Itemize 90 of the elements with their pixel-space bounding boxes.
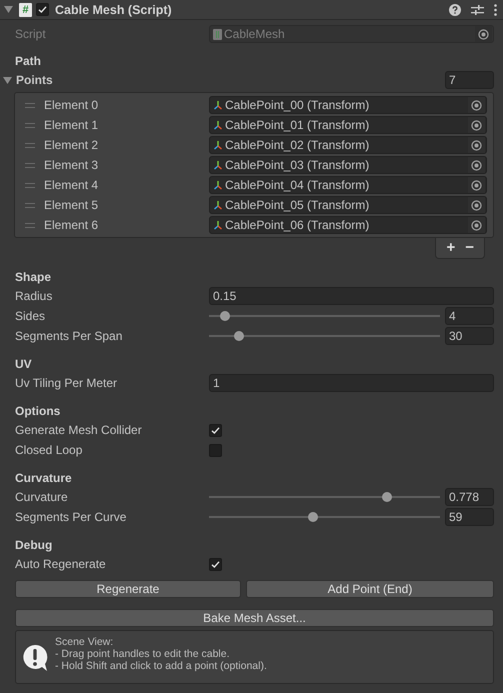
warning-bubble-icon bbox=[22, 644, 48, 672]
drag-handle-icon[interactable] bbox=[24, 162, 34, 168]
field-label: Radius bbox=[15, 289, 54, 303]
number-field[interactable]: 4 bbox=[445, 307, 494, 325]
help-icon[interactable] bbox=[449, 4, 461, 16]
text-field[interactable]: 0.15 bbox=[209, 287, 494, 305]
remove-element-button[interactable]: − bbox=[465, 239, 474, 257]
number-field[interactable]: 0.778 bbox=[445, 488, 494, 506]
slider-thumb[interactable] bbox=[382, 492, 392, 502]
object-picker-button[interactable] bbox=[468, 217, 485, 233]
action-button[interactable]: Regenerate bbox=[15, 580, 241, 598]
transform-icon bbox=[213, 220, 223, 230]
drag-handle-icon[interactable] bbox=[24, 222, 34, 228]
object-picker-button[interactable] bbox=[468, 97, 485, 113]
field-label: Segments Per Curve bbox=[15, 510, 128, 524]
drag-handle-icon[interactable] bbox=[24, 202, 34, 208]
object-field[interactable]: CablePoint_00 (Transform) bbox=[209, 96, 487, 114]
object-field[interactable]: CablePoint_06 (Transform) bbox=[209, 216, 487, 234]
drag-handle-icon[interactable] bbox=[24, 122, 34, 128]
slider-track[interactable] bbox=[209, 512, 440, 522]
element-label: Element 6 bbox=[44, 218, 100, 232]
field-label: Auto Regenerate bbox=[15, 557, 107, 571]
help-text: - Hold Shift and click to add a point (optional). bbox=[55, 660, 267, 672]
drag-handle-icon[interactable] bbox=[24, 142, 34, 148]
section-header: UV bbox=[14, 356, 33, 373]
transform-icon bbox=[213, 120, 223, 130]
object-field[interactable]: CablePoint_02 (Transform) bbox=[209, 136, 487, 154]
transform-icon bbox=[213, 140, 223, 150]
script-field: CableMesh bbox=[209, 25, 494, 43]
checkbox[interactable] bbox=[209, 424, 222, 436]
action-button[interactable]: Add Point (End) bbox=[246, 580, 494, 598]
slider-thumb[interactable] bbox=[234, 331, 244, 341]
field-label: Uv Tiling Per Meter bbox=[15, 376, 118, 390]
object-field[interactable]: CablePoint_03 (Transform) bbox=[209, 156, 487, 174]
element-label: Element 3 bbox=[44, 158, 100, 172]
text-field[interactable]: 1 bbox=[209, 374, 494, 392]
help-text: - Drag point handles to edit the cable. bbox=[55, 648, 231, 660]
object-field[interactable]: CablePoint_04 (Transform) bbox=[209, 176, 487, 194]
object-picker-button[interactable] bbox=[468, 117, 485, 133]
slider-thumb[interactable] bbox=[220, 311, 230, 321]
foldout-arrow-icon[interactable] bbox=[3, 76, 12, 84]
transform-icon bbox=[213, 200, 223, 210]
list-label[interactable]: Points bbox=[16, 73, 441, 87]
component-title: Cable Mesh (Script) bbox=[55, 2, 173, 16]
object-field[interactable]: CablePoint_05 (Transform) bbox=[209, 196, 487, 214]
more-options-icon[interactable] bbox=[494, 4, 497, 16]
object-picker-button[interactable] bbox=[475, 26, 492, 42]
section-header: Options bbox=[14, 403, 62, 420]
field-label: Closed Loop bbox=[15, 443, 84, 457]
field-label: Generate Mesh Collider bbox=[15, 423, 143, 437]
drag-handle-icon[interactable] bbox=[24, 182, 34, 188]
transform-icon bbox=[213, 180, 223, 190]
object-picker-button[interactable] bbox=[468, 137, 485, 153]
number-field[interactable]: 59 bbox=[445, 508, 494, 526]
help-text: Scene View: bbox=[55, 636, 114, 648]
number-field[interactable]: 30 bbox=[445, 327, 494, 345]
checkbox[interactable] bbox=[209, 558, 222, 570]
transform-icon bbox=[213, 160, 223, 170]
bake-mesh-button[interactable]: Bake Mesh Asset... bbox=[15, 609, 494, 627]
slider-thumb[interactable] bbox=[308, 512, 318, 522]
section-header: Debug bbox=[14, 537, 54, 554]
element-label: Element 4 bbox=[44, 178, 100, 192]
object-picker-button[interactable] bbox=[468, 157, 485, 173]
field-label: Segments Per Span bbox=[15, 329, 124, 343]
object-field[interactable]: CablePoint_01 (Transform) bbox=[209, 116, 487, 134]
field-label: Script bbox=[15, 27, 47, 41]
section-header: Path bbox=[14, 53, 42, 70]
script-file-icon bbox=[213, 28, 222, 40]
section-header: Curvature bbox=[14, 470, 73, 487]
add-element-button[interactable]: + bbox=[446, 239, 456, 257]
element-label: Element 0 bbox=[44, 98, 100, 112]
enable-checkbox[interactable] bbox=[36, 3, 49, 16]
slider-track[interactable] bbox=[209, 331, 440, 341]
object-picker-button[interactable] bbox=[468, 197, 485, 213]
script-icon: # bbox=[19, 2, 32, 16]
slider-track[interactable] bbox=[209, 492, 440, 502]
transform-icon bbox=[213, 100, 223, 110]
slider-track[interactable] bbox=[209, 311, 440, 321]
section-header: Shape bbox=[14, 269, 52, 286]
drag-handle-icon[interactable] bbox=[24, 102, 34, 108]
field-label: Curvature bbox=[15, 490, 69, 504]
element-label: Element 5 bbox=[44, 198, 100, 212]
foldout-arrow-icon[interactable] bbox=[4, 5, 13, 14]
preset-sliders-icon[interactable] bbox=[471, 4, 484, 16]
array-size-field[interactable]: 7 bbox=[445, 71, 494, 89]
checkbox[interactable] bbox=[209, 444, 222, 456]
element-label: Element 2 bbox=[44, 138, 100, 152]
object-picker-button[interactable] bbox=[468, 177, 485, 193]
field-label: Sides bbox=[15, 309, 46, 323]
element-label: Element 1 bbox=[44, 118, 100, 132]
